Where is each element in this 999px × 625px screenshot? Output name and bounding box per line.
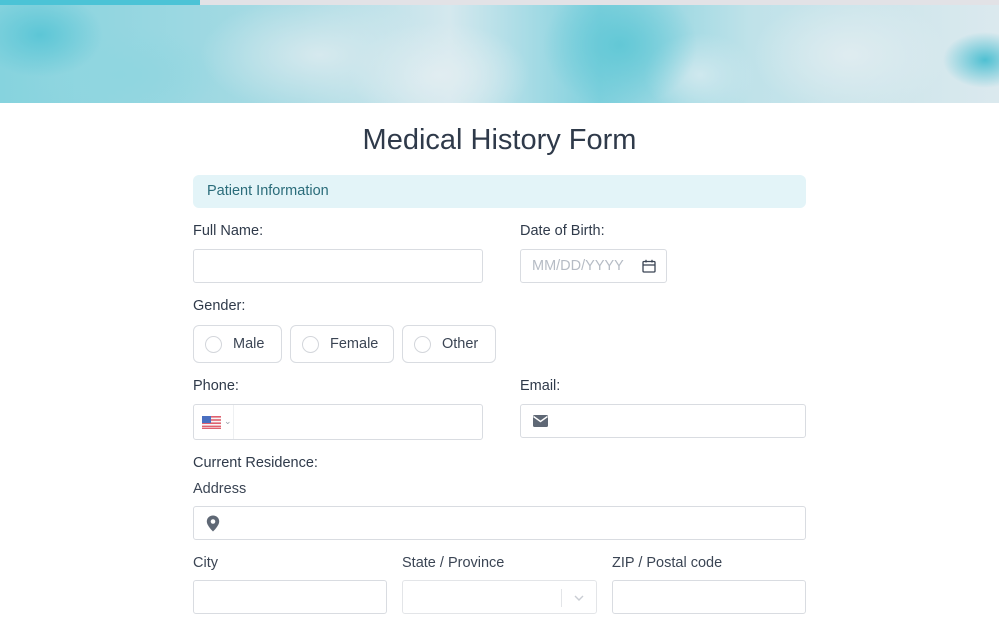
city-input[interactable] bbox=[193, 580, 387, 614]
header-banner-image bbox=[0, 5, 999, 103]
section-header-patient-information: Patient Information bbox=[193, 175, 806, 208]
full-name-label: Full Name: bbox=[193, 223, 264, 239]
full-name-input[interactable] bbox=[193, 249, 483, 283]
gender-option-label: Other bbox=[442, 336, 479, 352]
dob-placeholder: MM/DD/YYYY bbox=[532, 258, 624, 274]
radio-button[interactable] bbox=[302, 336, 319, 353]
city-label: City bbox=[193, 555, 218, 571]
progress-bar-fill bbox=[0, 0, 200, 5]
state-select[interactable] bbox=[402, 580, 597, 614]
zip-label: ZIP / Postal code bbox=[612, 555, 723, 571]
phone-label: Phone: bbox=[193, 378, 239, 394]
gender-option-male[interactable]: Male bbox=[193, 325, 282, 363]
form-title: Medical History Form bbox=[362, 124, 637, 156]
current-residence-label: Current Residence: bbox=[193, 455, 318, 471]
address-label: Address bbox=[193, 481, 247, 497]
country-dropdown-chevron-icon[interactable]: ⌄ bbox=[224, 416, 232, 427]
us-flag-icon[interactable] bbox=[202, 416, 221, 429]
gender-label: Gender: bbox=[193, 298, 246, 314]
email-input[interactable] bbox=[520, 404, 806, 438]
radio-button[interactable] bbox=[414, 336, 431, 353]
calendar-icon[interactable] bbox=[642, 259, 656, 273]
country-separator bbox=[233, 405, 234, 439]
gender-option-label: Female bbox=[330, 336, 379, 352]
dob-input[interactable]: MM/DD/YYYY bbox=[520, 249, 667, 283]
envelope-icon bbox=[533, 415, 548, 427]
chevron-down-icon[interactable] bbox=[572, 591, 586, 605]
gender-option-female[interactable]: Female bbox=[290, 325, 394, 363]
gender-option-label: Male bbox=[233, 336, 265, 352]
email-label: Email: bbox=[520, 378, 561, 394]
dob-label: Date of Birth: bbox=[520, 223, 605, 239]
zip-input[interactable] bbox=[612, 580, 806, 614]
state-label: State / Province bbox=[402, 555, 505, 571]
gender-option-other[interactable]: Other bbox=[402, 325, 496, 363]
phone-input[interactable]: ⌄ bbox=[193, 404, 483, 440]
progress-bar bbox=[0, 0, 999, 5]
map-pin-icon bbox=[206, 515, 220, 532]
select-separator bbox=[561, 589, 562, 607]
radio-button[interactable] bbox=[205, 336, 222, 353]
address-input[interactable] bbox=[193, 506, 806, 540]
